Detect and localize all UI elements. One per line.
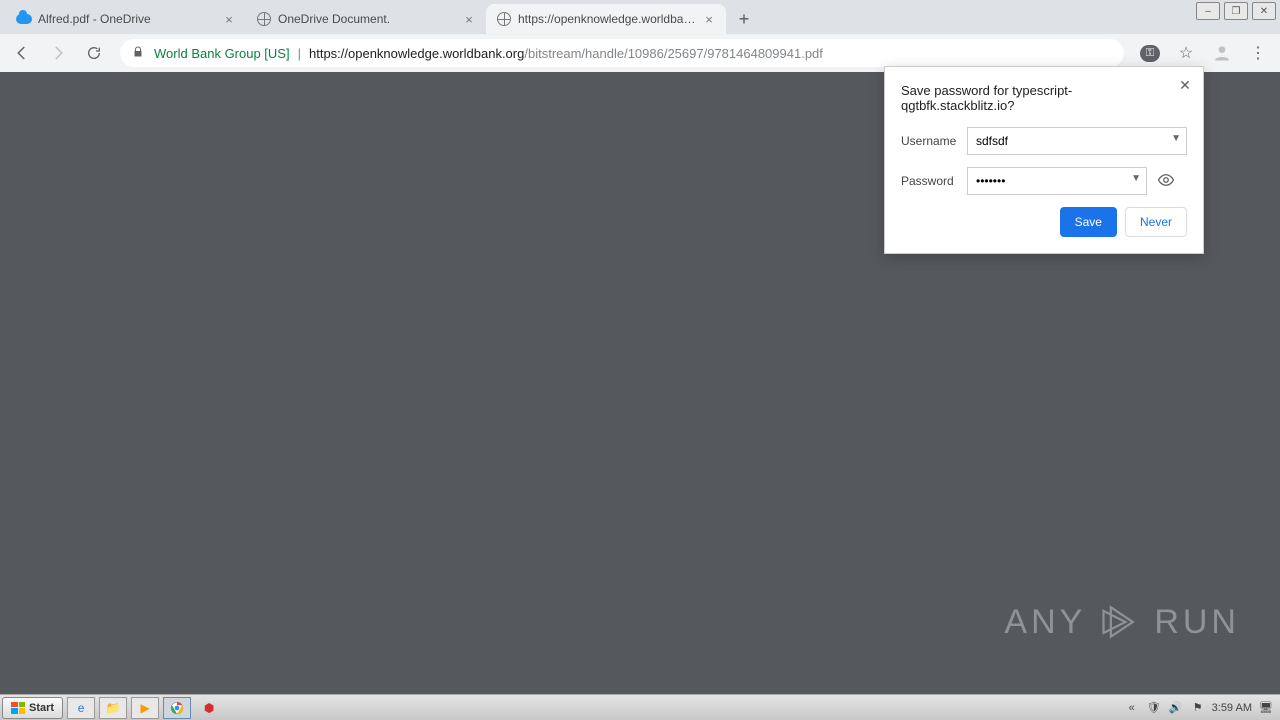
maximize-button[interactable]: ❐ (1224, 2, 1248, 20)
tab-close-icon[interactable]: × (462, 12, 476, 26)
taskbar-explorer[interactable]: 📁 (99, 697, 127, 719)
save-password-popup: ✕ Save password for typescript-qgtbfk.st… (884, 66, 1204, 254)
taskbar-ie[interactable]: e (67, 697, 95, 719)
url-path: /bitstream/handle/10986/25697/9781464809… (524, 46, 823, 61)
lock-icon (132, 46, 146, 61)
password-input[interactable] (967, 167, 1147, 195)
watermark-text-left: ANY (1004, 603, 1086, 642)
tab-2[interactable]: https://openknowledge.worldbank.o × (486, 4, 726, 34)
taskbar-chrome[interactable] (163, 697, 191, 719)
tray-volume-icon[interactable]: 🔊 (1168, 700, 1184, 716)
start-button[interactable]: Start (2, 697, 63, 719)
popup-title: Save password for typescript-qgtbfk.stac… (901, 83, 1187, 113)
save-button[interactable]: Save (1060, 207, 1117, 237)
onedrive-icon (16, 11, 32, 27)
tab-strip: Alfred.pdf - OneDrive × OneDrive Documen… (0, 0, 1280, 34)
tray-expand-icon[interactable]: « (1124, 700, 1140, 716)
tab-label: Alfred.pdf - OneDrive (38, 12, 222, 26)
address-bar[interactable]: World Bank Group [US] | https://openknow… (120, 39, 1124, 67)
watermark-text-right: RUN (1154, 603, 1240, 642)
tray-monitor-icon[interactable]: 🖥 (1258, 700, 1274, 716)
back-button[interactable] (6, 37, 38, 69)
password-label: Password (901, 174, 967, 188)
new-tab-button[interactable]: + (730, 5, 758, 33)
start-label: Start (29, 702, 54, 714)
tab-label: OneDrive Document. (278, 12, 462, 26)
username-label: Username (901, 134, 967, 148)
reload-button[interactable] (78, 37, 110, 69)
separator: | (298, 46, 301, 61)
system-tray: « 🛡 🔊 ⚑ 3:59 AM 🖥 (1124, 700, 1278, 716)
url-host: https://openknowledge.worldbank.org (309, 46, 524, 61)
close-window-button[interactable]: ✕ (1252, 2, 1276, 20)
forward-button[interactable] (42, 37, 74, 69)
tab-0[interactable]: Alfred.pdf - OneDrive × (6, 4, 246, 34)
globe-icon (256, 11, 272, 27)
never-button[interactable]: Never (1125, 207, 1187, 237)
taskbar-app[interactable]: ⬢ (195, 697, 223, 719)
popup-close-button[interactable]: ✕ (1175, 75, 1195, 95)
minimize-button[interactable]: – (1196, 2, 1220, 20)
tab-close-icon[interactable]: × (702, 12, 716, 26)
tray-shield-icon[interactable]: 🛡 (1146, 700, 1162, 716)
profile-avatar-icon[interactable] (1206, 37, 1238, 69)
tab-1[interactable]: OneDrive Document. × (246, 4, 486, 34)
play-icon (1098, 600, 1142, 644)
tray-flag-icon[interactable]: ⚑ (1190, 700, 1206, 716)
username-input[interactable] (967, 127, 1187, 155)
bookmark-star-icon[interactable]: ☆ (1170, 37, 1202, 69)
taskbar-media[interactable]: ▶ (131, 697, 159, 719)
watermark: ANY RUN (1004, 600, 1240, 644)
windows-logo-icon (11, 702, 25, 714)
tab-close-icon[interactable]: × (222, 12, 236, 26)
taskbar-clock[interactable]: 3:59 AM (1212, 702, 1252, 714)
tab-label: https://openknowledge.worldbank.o (518, 12, 702, 26)
password-key-icon[interactable]: ⚿ (1134, 37, 1166, 69)
taskbar: Start e 📁 ▶ ⬢ « 🛡 🔊 ⚑ 3:59 AM 🖥 (0, 694, 1280, 720)
menu-icon[interactable]: ⋮ (1242, 37, 1274, 69)
ev-cert-label: World Bank Group [US] (154, 46, 290, 61)
globe-icon (496, 11, 512, 27)
reveal-password-icon[interactable] (1157, 171, 1179, 192)
